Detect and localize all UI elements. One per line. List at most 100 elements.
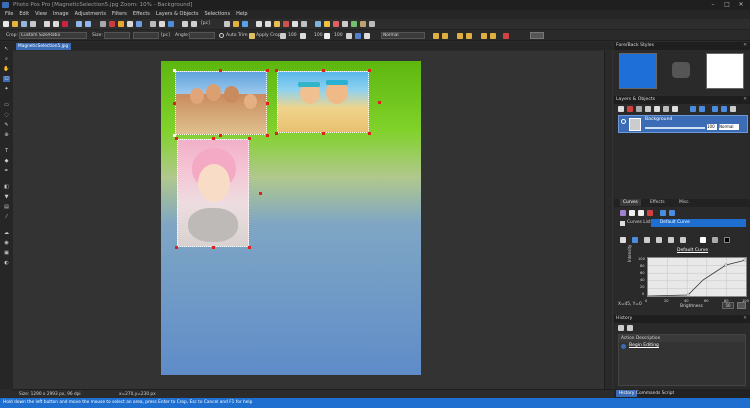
minimize-icon[interactable]: – [706, 1, 720, 9]
height-field[interactable] [133, 32, 159, 39]
copy-icon[interactable] [53, 21, 59, 27]
auto-trim-radio[interactable] [219, 33, 224, 38]
delete-layer-icon[interactable] [627, 106, 633, 112]
panel-close-icon[interactable]: ✕ [743, 96, 747, 104]
selection-handle[interactable] [322, 69, 325, 72]
gradient-icon[interactable]: ▤ [3, 204, 10, 210]
channel-rgb-icon[interactable] [620, 237, 626, 243]
wand-tool-icon[interactable]: ✦ [3, 86, 10, 92]
opacity-value[interactable]: 100 [707, 124, 717, 130]
visibility-icon[interactable] [621, 119, 626, 124]
open-folder-icon[interactable] [12, 21, 18, 27]
clone-icon[interactable]: ⊕ [3, 132, 10, 138]
layer-name[interactable]: Background [645, 117, 672, 122]
curve-copy-icon[interactable] [629, 210, 635, 216]
width-field[interactable] [104, 32, 130, 39]
group-icon[interactable] [672, 106, 678, 112]
scan-icon[interactable] [233, 21, 239, 27]
move-down-icon[interactable] [699, 106, 705, 112]
channel-red-icon[interactable] [644, 237, 650, 243]
image-size-icon[interactable] [100, 21, 106, 27]
channel-blue-icon[interactable] [668, 237, 674, 243]
menu-edit[interactable]: Edit [16, 10, 32, 19]
layer-props-icon[interactable] [654, 106, 660, 112]
curve-plot[interactable] [647, 257, 747, 297]
reset-curve-icon[interactable] [680, 237, 686, 243]
duplicate-icon[interactable] [645, 106, 651, 112]
black-point-icon[interactable] [724, 237, 730, 243]
curves-list-checkbox[interactable] [620, 221, 625, 226]
selection-handle[interactable] [212, 246, 215, 249]
color-icon[interactable] [283, 21, 289, 27]
selection-handle[interactable] [275, 132, 278, 135]
curve-reset-button[interactable] [737, 302, 746, 309]
eyedropper-icon[interactable]: ⁄ [3, 214, 10, 220]
fit-icon[interactable] [224, 21, 230, 27]
photo-family-beach[interactable] [175, 71, 267, 135]
close-icon[interactable]: ✕ [734, 1, 748, 9]
menu-layers-objects[interactable]: Layers & Objects [153, 10, 202, 19]
layer-menu-icon[interactable] [730, 106, 736, 112]
auto-trim-label[interactable]: Auto Trim [226, 33, 247, 38]
cancel-icon[interactable] [503, 33, 509, 39]
crop-tool-icon[interactable]: ⊡ [3, 76, 10, 82]
tool-d-icon[interactable] [481, 33, 487, 39]
frame-icon[interactable] [360, 21, 366, 27]
zoom-tool-icon[interactable]: ⌕ [3, 56, 10, 62]
selection-handle[interactable] [378, 101, 381, 104]
menu-filters[interactable]: Filters [109, 10, 130, 19]
more-options-button[interactable] [530, 32, 544, 39]
channel-icon[interactable] [632, 237, 638, 243]
lock-icon[interactable] [364, 33, 370, 39]
blue-icon[interactable] [355, 33, 361, 39]
tab-commands-script[interactable]: Commands Script [633, 390, 677, 397]
selection-handle[interactable] [259, 192, 262, 195]
smudge-icon[interactable]: ☁ [3, 230, 10, 236]
panel-close-icon[interactable]: ✕ [743, 42, 747, 50]
redo-icon[interactable] [85, 21, 91, 27]
menu-effects[interactable]: Effects [130, 10, 153, 19]
zoom-in-icon[interactable] [182, 21, 188, 27]
brush-icon[interactable]: ✎ [3, 122, 10, 128]
menu-file[interactable]: File [2, 10, 16, 19]
tool-e-icon[interactable] [490, 33, 496, 39]
stamp-icon[interactable]: ▣ [3, 250, 10, 256]
maximize-icon[interactable]: □ [720, 1, 734, 9]
foreground-color-swatch[interactable] [619, 53, 657, 89]
background-color-swatch[interactable] [706, 53, 744, 89]
ruler-icon[interactable] [265, 21, 271, 27]
selection-handle[interactable] [322, 132, 325, 135]
value-2[interactable]: 100 [314, 33, 323, 38]
photo-girl-kitten[interactable] [177, 139, 249, 247]
selection-handle[interactable] [266, 102, 269, 105]
channel-green-icon[interactable] [656, 237, 662, 243]
selection-handle[interactable] [266, 134, 269, 137]
curve-point[interactable] [724, 263, 728, 267]
dodge-icon[interactable]: ◐ [3, 260, 10, 266]
size-unit[interactable]: [pc] [161, 33, 170, 38]
tab-misc[interactable]: Misc. [676, 199, 693, 206]
shape-tool-icon[interactable]: ◆ [3, 158, 10, 164]
save-icon[interactable] [21, 21, 27, 27]
filter-icon[interactable] [301, 21, 307, 27]
apply-crop-icon[interactable] [249, 33, 255, 39]
text-icon[interactable] [159, 21, 165, 27]
rotate-icon[interactable] [118, 21, 124, 27]
tab-curves[interactable]: Curves [620, 199, 641, 206]
magic-icon[interactable] [324, 21, 330, 27]
settings-icon[interactable] [369, 21, 375, 27]
document-tab[interactable]: MagneticSelection5.jpg [16, 43, 71, 50]
selection-handle[interactable] [275, 69, 278, 72]
mask-icon[interactable] [663, 106, 669, 112]
layer-row-background[interactable]: Background 100 Normal [618, 115, 748, 133]
web-icon[interactable] [242, 21, 248, 27]
curve-line[interactable] [647, 259, 747, 297]
undo-crop-icon[interactable] [433, 33, 439, 39]
selection-handle[interactable] [266, 69, 269, 72]
new-layer-icon[interactable] [618, 106, 624, 112]
selection-handle[interactable] [368, 69, 371, 72]
curve-edit-icon[interactable] [638, 210, 644, 216]
blend-mode-select[interactable]: Normal [381, 32, 425, 39]
selection-handle[interactable] [219, 134, 222, 137]
photo-kids-pool[interactable] [277, 71, 369, 133]
